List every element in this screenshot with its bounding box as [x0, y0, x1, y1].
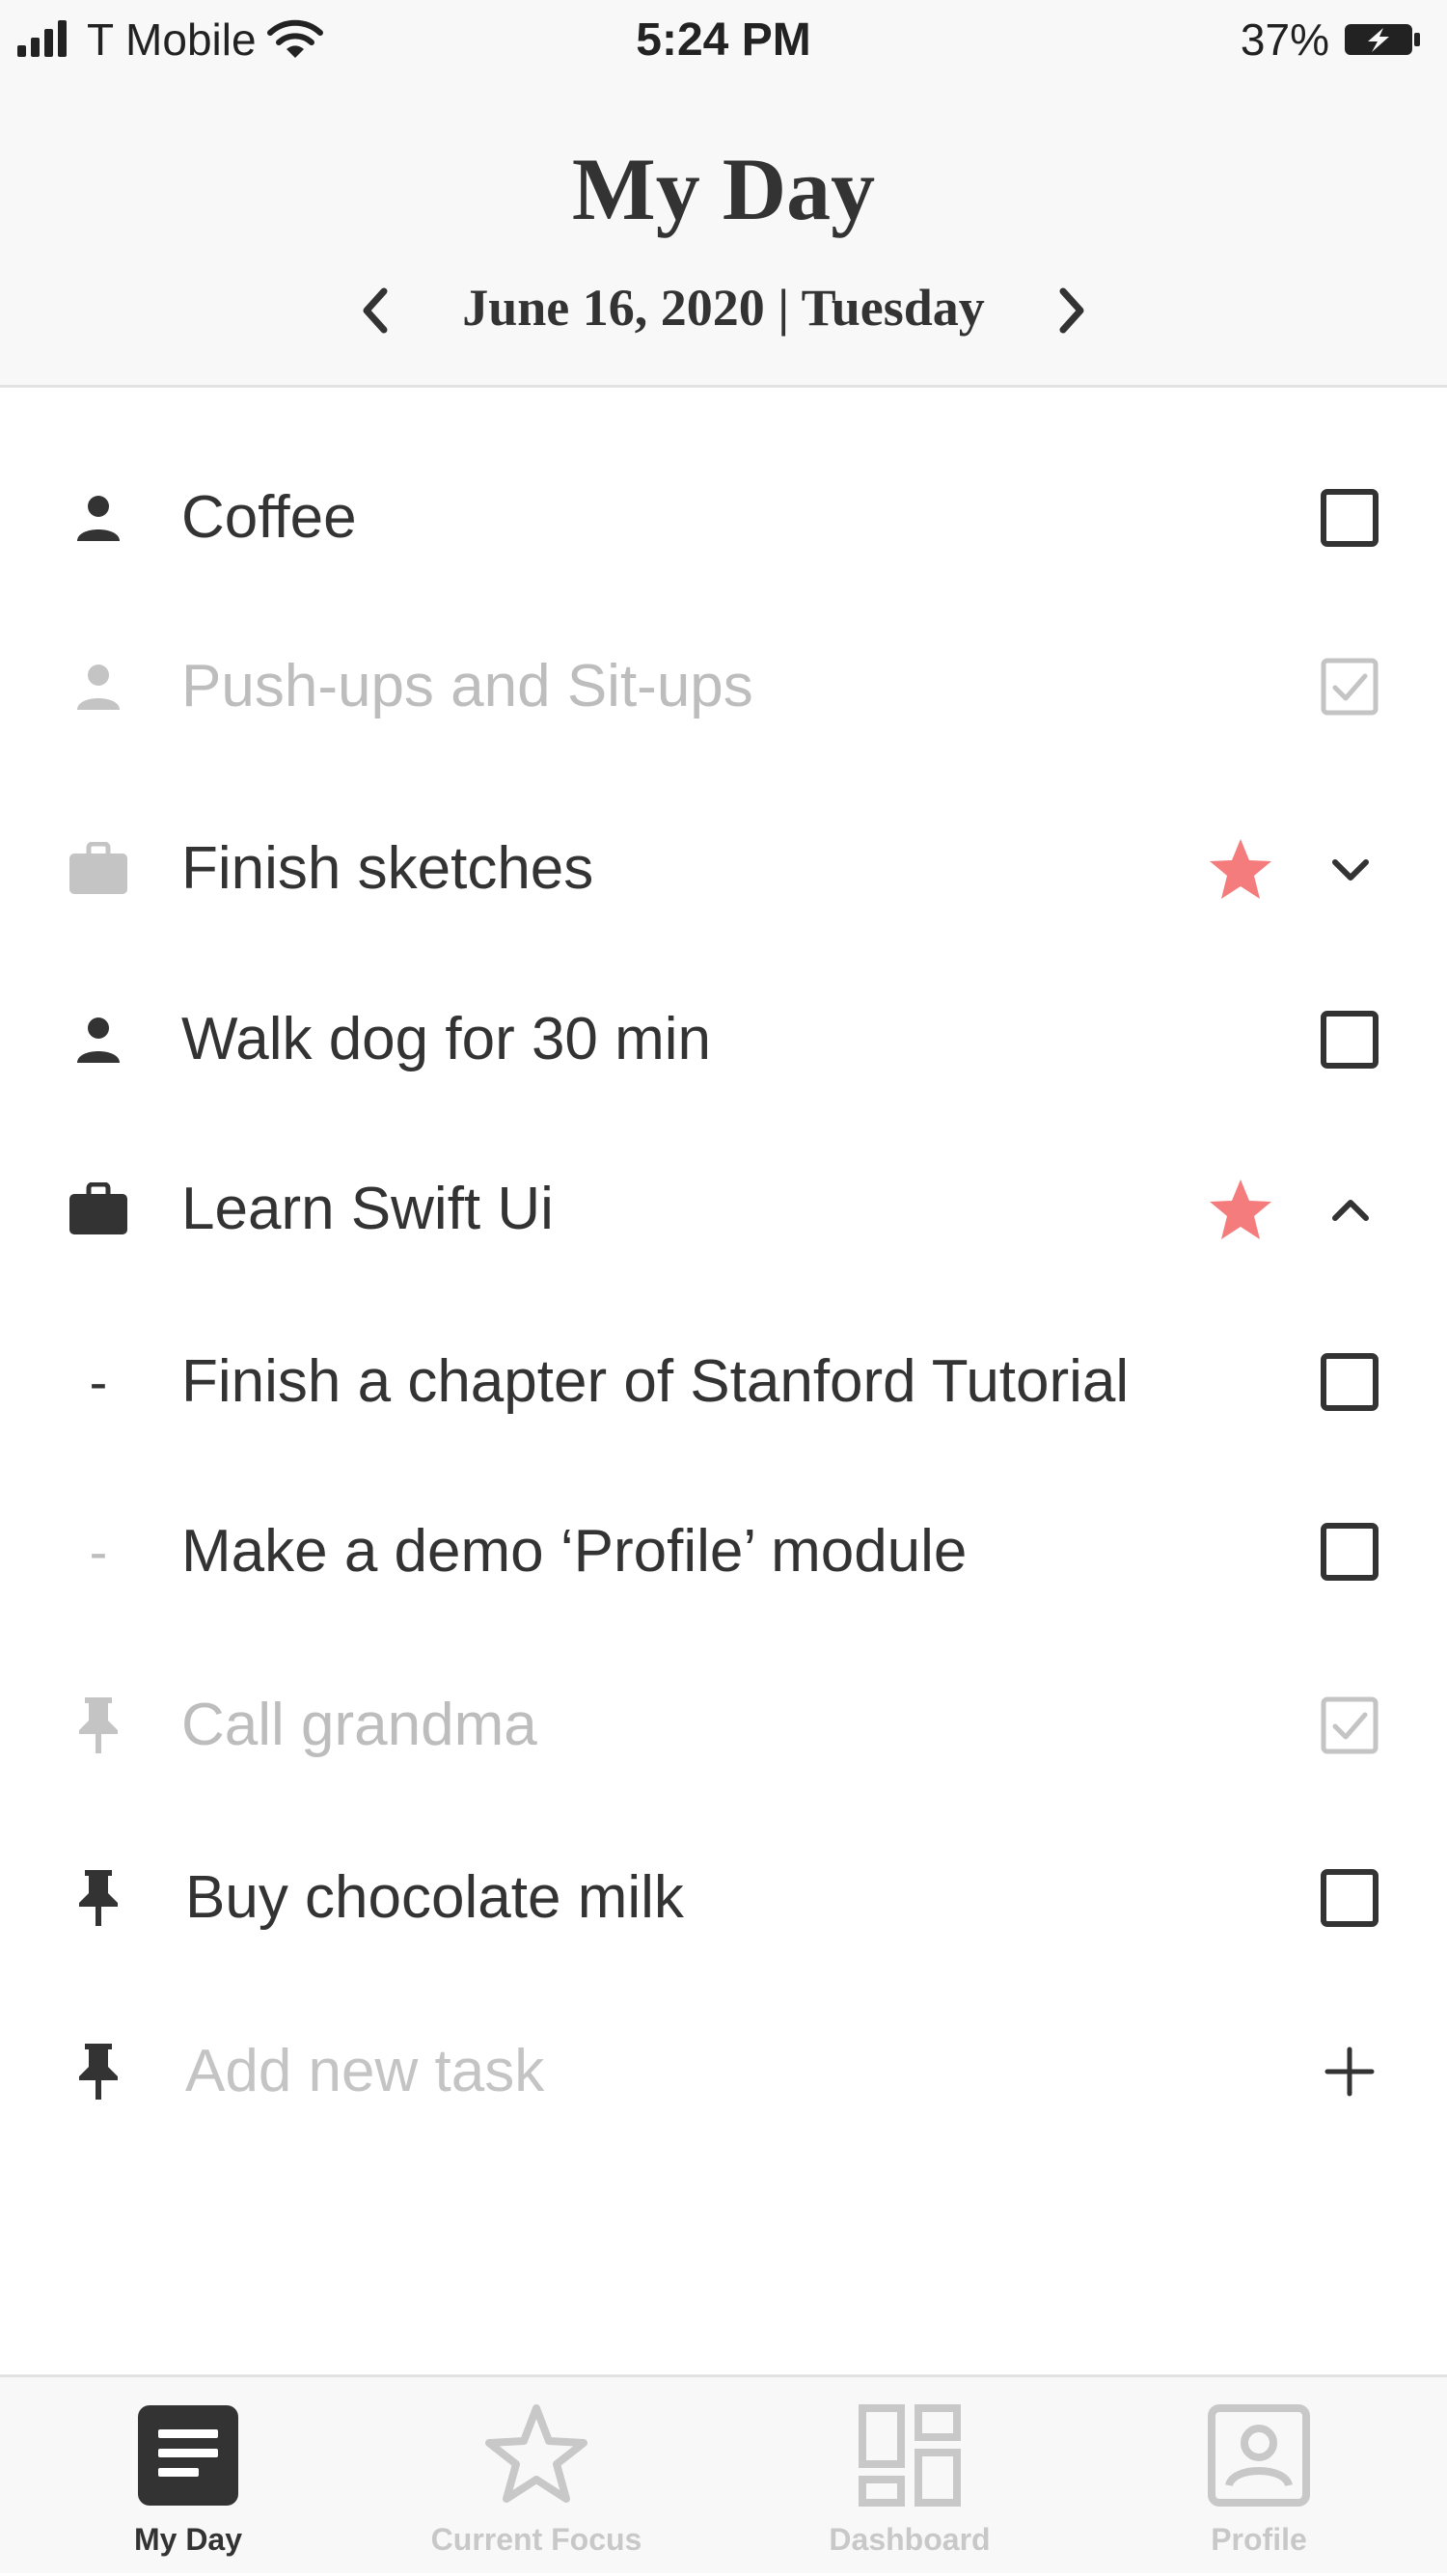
priority-star-icon[interactable]	[1206, 1176, 1275, 1245]
person-icon	[60, 658, 137, 716]
task-checkbox[interactable]	[1320, 1010, 1379, 1070]
person-icon	[60, 1011, 137, 1069]
task-row[interactable]: Push-ups and Sit-ups	[0, 614, 1447, 759]
collapse-chevron-up-icon[interactable]	[1324, 1183, 1378, 1237]
tab-my-day[interactable]: My Day	[43, 2377, 333, 2576]
task-checkbox-checked[interactable]	[1320, 657, 1379, 717]
status-bar: T Mobile 5:24 PM 37%	[0, 0, 1447, 79]
next-day-button[interactable]	[1042, 282, 1100, 339]
battery-charging-icon	[1345, 24, 1420, 55]
task-row[interactable]: Learn Swift Ui	[0, 1137, 1447, 1282]
tab-bar: My Day Current Focus Dashboard Profile	[0, 2374, 1447, 2573]
task-label: Finish a chapter of Stanford Tutorial	[181, 1348, 1130, 1415]
expand-chevron-down-icon[interactable]	[1324, 843, 1378, 897]
tab-current-focus[interactable]: Current Focus	[392, 2377, 681, 2576]
add-task-button[interactable]	[1320, 2042, 1379, 2101]
document-icon	[135, 2402, 241, 2508]
task-label: Finish sketches	[181, 835, 594, 902]
tab-label: Current Focus	[430, 2522, 642, 2557]
pin-icon	[60, 1696, 137, 1754]
dashboard-icon	[857, 2402, 963, 2508]
tab-label: Dashboard	[829, 2522, 991, 2557]
task-checkbox-checked[interactable]	[1320, 1695, 1379, 1755]
star-outline-icon	[483, 2402, 589, 2508]
chevron-right-icon	[1059, 287, 1084, 334]
task-row[interactable]: Call grandma	[0, 1653, 1447, 1798]
task-label: Walk dog for 30 min	[181, 1006, 712, 1072]
task-label: Coffee	[181, 484, 357, 551]
battery-group: 37%	[1241, 14, 1422, 66]
task-checkbox[interactable]	[1320, 1868, 1379, 1928]
pin-icon	[60, 1869, 137, 1927]
task-row[interactable]: Buy chocolate milk	[0, 1826, 1447, 1970]
person-icon	[60, 489, 137, 547]
add-task-row[interactable]: Add new task	[0, 1999, 1447, 2144]
tab-label: My Day	[133, 2522, 243, 2557]
dash-marker: -	[89, 1521, 108, 1582]
subtask-row[interactable]: - Make a demo ‘Profile’ module	[0, 1479, 1447, 1624]
date-navigator: June 16, 2020 | Tuesday	[0, 272, 1447, 349]
task-label: Buy chocolate milk	[185, 1864, 684, 1931]
tab-profile[interactable]: Profile	[1114, 2377, 1404, 2576]
tab-dashboard[interactable]: Dashboard	[765, 2377, 1054, 2576]
task-label: Learn Swift Ui	[181, 1176, 554, 1242]
task-label: Make a demo ‘Profile’ module	[181, 1518, 968, 1585]
page-title: My Day	[571, 140, 876, 238]
status-time: 5:24 PM	[636, 14, 811, 66]
priority-star-icon[interactable]	[1206, 835, 1275, 905]
task-checkbox[interactable]	[1320, 488, 1379, 548]
add-task-input[interactable]: Add new task	[185, 1999, 544, 2144]
current-date: June 16, 2020 | Tuesday	[462, 279, 985, 337]
task-row[interactable]: Coffee	[0, 446, 1447, 590]
briefcase-icon	[60, 1180, 137, 1238]
briefcase-icon	[60, 840, 137, 898]
app-header: T Mobile 5:24 PM 37% My Day June 16, 202…	[0, 0, 1447, 388]
task-row[interactable]: Finish sketches	[0, 797, 1447, 941]
task-checkbox[interactable]	[1320, 1522, 1379, 1582]
task-label: Push-ups and Sit-ups	[181, 653, 753, 719]
task-row[interactable]: Walk dog for 30 min	[0, 967, 1447, 1112]
pin-icon	[60, 2043, 137, 2101]
tab-label: Profile	[1211, 2522, 1307, 2557]
dash-marker: -	[89, 1351, 108, 1412]
task-checkbox[interactable]	[1320, 1352, 1379, 1412]
subtask-row[interactable]: - Finish a chapter of Stanford Tutorial	[0, 1310, 1447, 1454]
task-label: Call grandma	[181, 1692, 537, 1758]
battery-percent: 37%	[1240, 14, 1329, 65]
profile-icon	[1206, 2402, 1312, 2508]
